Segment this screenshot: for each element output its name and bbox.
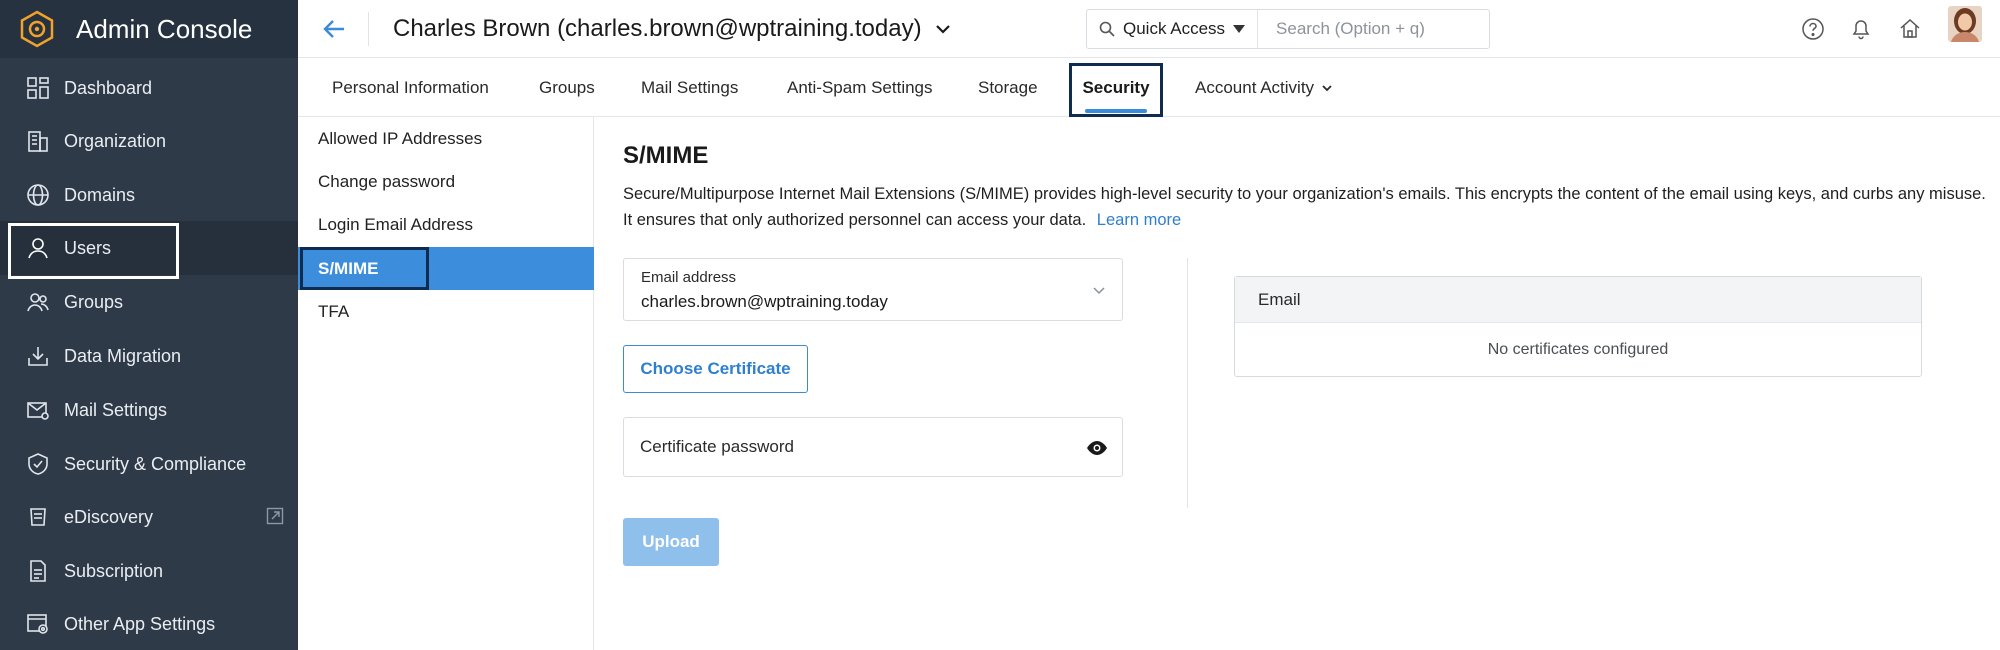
sidebar-item-label: Domains [64,184,136,205]
tab-bar: Personal Information Groups Mail Setting… [298,58,2000,117]
certificate-password-field [623,417,1123,477]
tab-personal-information[interactable]: Personal Information [332,58,489,117]
external-link-icon [266,507,284,525]
sidebar-item-ediscovery[interactable]: eDiscovery [0,490,298,544]
sidebar-item-label: Security & Compliance [64,453,247,474]
email-address-value: charles.brown@wptraining.today [641,292,888,311]
groups-icon [24,288,52,316]
subscription-icon [24,557,52,585]
tab-mail-settings[interactable]: Mail Settings [641,58,738,117]
table-header-email: Email [1235,277,1921,323]
subnav-item-login-email[interactable]: Login Email Address [298,203,594,246]
sidebar-item-security-compliance[interactable]: Security & Compliance [0,437,298,491]
page-title: S/MIME [623,142,709,169]
help-icon[interactable] [1800,16,1826,42]
caret-down-icon [1233,25,1246,33]
download-tray-icon [24,342,52,370]
sidebar-item-dashboard[interactable]: Dashboard [0,61,298,115]
empty-state-text: No certificates configured [1487,341,1669,358]
subnav-item-change-password[interactable]: Change password [298,160,594,203]
certificates-table: Email No certificates configured [1234,276,1922,377]
sidebar-item-label: Other App Settings [64,613,216,634]
sidebar-item-label: Subscription [64,560,164,581]
tab-account-activity[interactable]: Account Activity [1195,58,1334,117]
sidebar-item-other-app-settings[interactable]: Other App Settings [0,597,298,650]
eye-icon[interactable] [1086,440,1108,456]
sidebar-item-label: Organization [64,130,167,151]
app-title: Admin Console [76,13,253,44]
admin-console-logo-icon [20,10,54,48]
bell-icon[interactable] [1848,16,1874,42]
subnav-item-tfa[interactable]: TFA [298,290,594,333]
sidebar-item-groups[interactable]: Groups [0,275,298,329]
sidebar-item-label: Data Migration [64,345,182,366]
tab-label: Mail Settings [641,77,739,97]
sidebar-item-label: Dashboard [64,77,153,98]
sidebar-item-organization[interactable]: Organization [0,114,298,168]
search-box: Quick Access [1086,9,1490,49]
chevron-down-icon[interactable] [932,18,954,40]
subnav-item-allowed-ip[interactable]: Allowed IP Addresses [298,117,594,160]
tab-groups[interactable]: Groups [539,58,595,117]
sidebar: Admin Console Dashboard Organization Dom… [0,0,298,650]
vertical-divider [1187,258,1188,508]
tab-anti-spam-settings[interactable]: Anti-Spam Settings [787,58,933,117]
subnav-item-label: TFA [318,301,350,321]
tab-label: Groups [539,77,595,97]
quick-access-dropdown[interactable]: Quick Access [1087,10,1259,48]
search-icon [1099,21,1115,37]
mail-settings-icon [24,396,52,424]
subnav-item-smime[interactable]: S/MIME [298,247,594,290]
tab-label: Anti-Spam Settings [787,77,933,97]
sidebar-item-label: eDiscovery [64,506,154,527]
description: Secure/Multipurpose Internet Mail Extens… [623,181,1993,233]
user-icon [24,234,52,262]
search-input[interactable] [1258,19,1489,39]
sidebar-item-label: Groups [64,291,124,312]
chevron-down-icon [1322,84,1332,91]
smime-panel: S/MIME Secure/Multipurpose Internet Mail… [594,117,2000,650]
app-settings-icon [24,610,52,638]
user-title: Charles Brown (charles.brown@wptraining.… [393,14,922,42]
upload-button[interactable]: Upload [623,518,719,566]
choose-certificate-button[interactable]: Choose Certificate [623,345,808,393]
description-text: Secure/Multipurpose Internet Mail Extens… [623,185,1986,229]
sidebar-item-mail-settings[interactable]: Mail Settings [0,383,298,437]
shield-icon [24,450,52,478]
tab-label: Storage [978,77,1038,97]
subnav-item-label: Allowed IP Addresses [318,128,483,148]
sidebar-item-label: Mail Settings [64,399,168,420]
sidebar-item-users[interactable]: Users [0,221,298,279]
tab-security[interactable]: Security [1069,58,1163,117]
ediscovery-icon [24,503,52,531]
quick-access-label: Quick Access [1123,19,1226,38]
active-tab-indicator [1085,109,1147,113]
subnav-item-label: Login Email Address [318,214,473,234]
sidebar-item-domains[interactable]: Domains [0,168,298,222]
sidebar-item-subscription[interactable]: Subscription [0,544,298,598]
brand-header: Admin Console [0,0,298,58]
subnav-item-label: Change password [318,171,456,191]
email-address-select[interactable]: Email address charles.brown@wptraining.t… [623,258,1123,321]
tab-label: Account Activity [1195,77,1315,97]
divider [368,11,369,46]
globe-icon [24,181,52,209]
tab-storage[interactable]: Storage [978,58,1038,117]
security-subnav: Allowed IP Addresses Change password Log… [298,117,594,650]
certificate-password-input[interactable] [640,434,1060,460]
sidebar-item-label: Users [64,237,112,258]
focus-outline [300,247,429,290]
organization-icon [24,127,52,155]
sidebar-item-data-migration[interactable]: Data Migration [0,329,298,383]
dashboard-icon [24,74,52,102]
chevron-down-icon [1093,287,1105,295]
tab-label: Personal Information [332,77,489,97]
back-arrow-icon[interactable] [320,15,348,43]
avatar[interactable] [1948,6,1982,42]
learn-more-link[interactable]: Learn more [1097,211,1181,229]
email-address-label: Email address [641,269,737,286]
home-icon[interactable] [1897,16,1923,42]
